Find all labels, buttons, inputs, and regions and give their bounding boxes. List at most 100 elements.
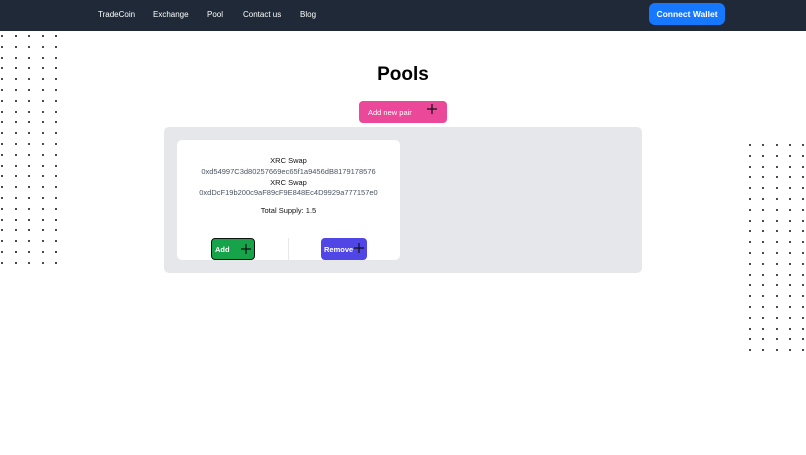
decorative-dot xyxy=(788,208,791,211)
decorative-dot xyxy=(775,144,778,146)
decorative-dot xyxy=(749,262,751,265)
plus-icon xyxy=(427,104,437,114)
decorative-dot xyxy=(55,175,57,178)
token-a-name: XRC Swap xyxy=(270,156,307,165)
decorative-dot xyxy=(788,295,791,298)
decorative-dot xyxy=(55,132,57,135)
nav-link-blog[interactable]: Blog xyxy=(300,10,316,19)
decorative-dot xyxy=(788,262,791,265)
nav-link-exchange[interactable]: Exchange xyxy=(153,10,189,19)
nav-link-pool[interactable]: Pool xyxy=(207,10,223,19)
decorative-dot xyxy=(788,144,791,146)
decorative-dot xyxy=(41,261,44,264)
decorative-dot xyxy=(775,262,778,265)
add-liquidity-button[interactable]: Add xyxy=(211,238,255,260)
decorative-dot xyxy=(802,327,805,330)
decorative-dot xyxy=(28,143,30,145)
decorative-dot xyxy=(775,295,778,298)
nav-link-contact[interactable]: Contact us xyxy=(243,10,281,19)
token-a-address: 0xd54997C3d80257669ec65f1a9456dB81791785… xyxy=(201,167,376,176)
decorative-dot xyxy=(28,261,30,264)
decorative-dot xyxy=(762,252,765,254)
decorative-dot xyxy=(1,121,3,124)
decorative-dot xyxy=(14,45,17,48)
decorative-dot xyxy=(14,99,17,102)
decorative-dot xyxy=(788,230,791,233)
decorative-dot xyxy=(14,261,17,264)
decorative-dot xyxy=(14,186,17,189)
decorative-dot xyxy=(762,295,765,298)
decorative-dot xyxy=(1,132,3,135)
decorative-dot xyxy=(1,207,3,210)
decorative-dot xyxy=(762,316,765,319)
decorative-dot xyxy=(41,197,44,199)
decorative-dot xyxy=(55,207,57,210)
decorative-dot xyxy=(802,176,805,179)
decorative-dot xyxy=(775,154,778,157)
decorative-dot xyxy=(14,175,17,178)
decorative-dot xyxy=(41,164,44,167)
decorative-dot xyxy=(55,45,57,48)
decorative-dot xyxy=(788,165,791,168)
decorative-dot xyxy=(28,197,30,199)
decorative-dot xyxy=(28,175,30,178)
decorative-dot xyxy=(762,338,765,341)
decorative-dot xyxy=(762,187,765,190)
decorative-dot xyxy=(41,175,44,178)
decorative-dot xyxy=(762,154,765,157)
decorative-dot xyxy=(762,230,765,233)
decorative-dot xyxy=(762,219,765,222)
decorative-dot xyxy=(55,197,57,199)
decorative-dot xyxy=(762,327,765,330)
decorative-dot xyxy=(28,99,30,102)
decorative-dot xyxy=(1,143,3,145)
decorative-dot xyxy=(749,219,751,222)
decorative-dot xyxy=(14,143,17,145)
decorative-dot xyxy=(41,251,44,253)
decorative-dot xyxy=(749,252,751,254)
decorative-dot xyxy=(749,165,751,168)
decorative-dot xyxy=(749,198,751,200)
decorative-dot xyxy=(788,338,791,341)
decorative-dot xyxy=(749,338,751,341)
decorative-dot xyxy=(55,143,57,145)
decorative-dot xyxy=(775,187,778,190)
decorative-dot xyxy=(802,262,805,265)
add-new-pair-button[interactable]: Add new pair xyxy=(359,101,447,123)
decorative-dot xyxy=(55,164,57,167)
decorative-dot xyxy=(41,35,44,37)
decorative-dot xyxy=(1,164,3,167)
decorative-dot xyxy=(14,240,17,243)
decorative-dot xyxy=(762,208,765,211)
plus-icon xyxy=(241,244,251,254)
nav-link-tradecoin[interactable]: TradeCoin xyxy=(98,10,135,19)
add-label: Add xyxy=(215,245,230,254)
decorative-dot xyxy=(749,230,751,233)
decorative-dot xyxy=(775,316,778,319)
decorative-dot xyxy=(14,132,17,135)
decorative-dot xyxy=(775,230,778,233)
decorative-dot xyxy=(775,198,778,200)
decorative-dot xyxy=(802,198,805,200)
decorative-dot xyxy=(802,295,805,298)
decorative-dot xyxy=(1,229,3,232)
connect-wallet-button[interactable]: Connect Wallet xyxy=(649,3,725,25)
decorative-dot xyxy=(749,176,751,179)
decorative-dot xyxy=(802,349,805,352)
decorative-dot xyxy=(802,241,805,244)
decorative-dot xyxy=(41,110,44,113)
decorative-dot xyxy=(41,229,44,232)
decorative-dot xyxy=(55,251,57,253)
decorative-dot xyxy=(55,261,57,264)
decorative-dot xyxy=(762,349,765,352)
decorative-dot xyxy=(55,99,57,102)
decorative-dot xyxy=(788,154,791,157)
decorative-dot xyxy=(762,241,765,244)
decorative-dot xyxy=(1,153,3,156)
remove-liquidity-button[interactable]: Remove xyxy=(321,238,367,260)
decorative-dot xyxy=(41,121,44,124)
page-title: Pools xyxy=(377,64,429,85)
decorative-dot xyxy=(775,176,778,179)
decorative-dot xyxy=(802,284,805,287)
decorative-dot xyxy=(788,176,791,179)
